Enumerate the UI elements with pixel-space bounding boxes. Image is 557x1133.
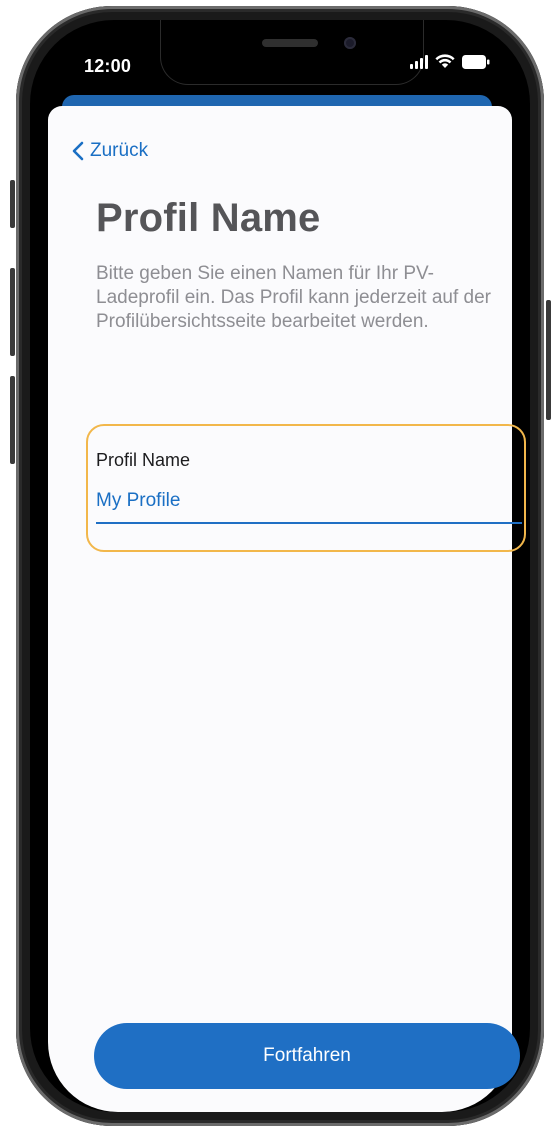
input-underline [96,522,522,524]
back-button[interactable]: Zurück [72,140,148,162]
front-camera [344,37,356,49]
mute-switch [10,180,15,228]
phone-frame: 12:00 Zurück Profil Name Bitte geben Sie… [16,6,544,1126]
device-mockup: 12:00 Zurück Profil Name Bitte geben Sie… [0,0,557,1133]
status-icons [410,54,490,69]
power-button [546,300,551,420]
continue-button[interactable]: Fortfahren [94,1023,520,1089]
profile-name-field-group: Profil Name [86,424,526,552]
page-description: Bitte geben Sie einen Namen für Ihr PV-L… [96,263,492,332]
phone-screen: 12:00 Zurück Profil Name Bitte geben Sie… [30,20,530,1112]
battery-icon [462,54,490,69]
speaker-grille [262,39,318,47]
page-title: Profil Name [96,196,321,240]
volume-down-button [10,376,15,464]
wifi-icon [435,54,455,69]
volume-up-button [10,268,15,356]
modal-sheet: Zurück Profil Name Bitte geben Sie einen… [48,106,526,1112]
chevron-left-icon [72,141,84,161]
profile-name-label: Profil Name [96,450,191,470]
status-time: 12:00 [84,56,132,76]
back-button-label: Zurück [90,140,149,161]
signal-icon [410,54,428,69]
profile-name-input[interactable] [96,486,520,516]
notch [160,20,424,85]
